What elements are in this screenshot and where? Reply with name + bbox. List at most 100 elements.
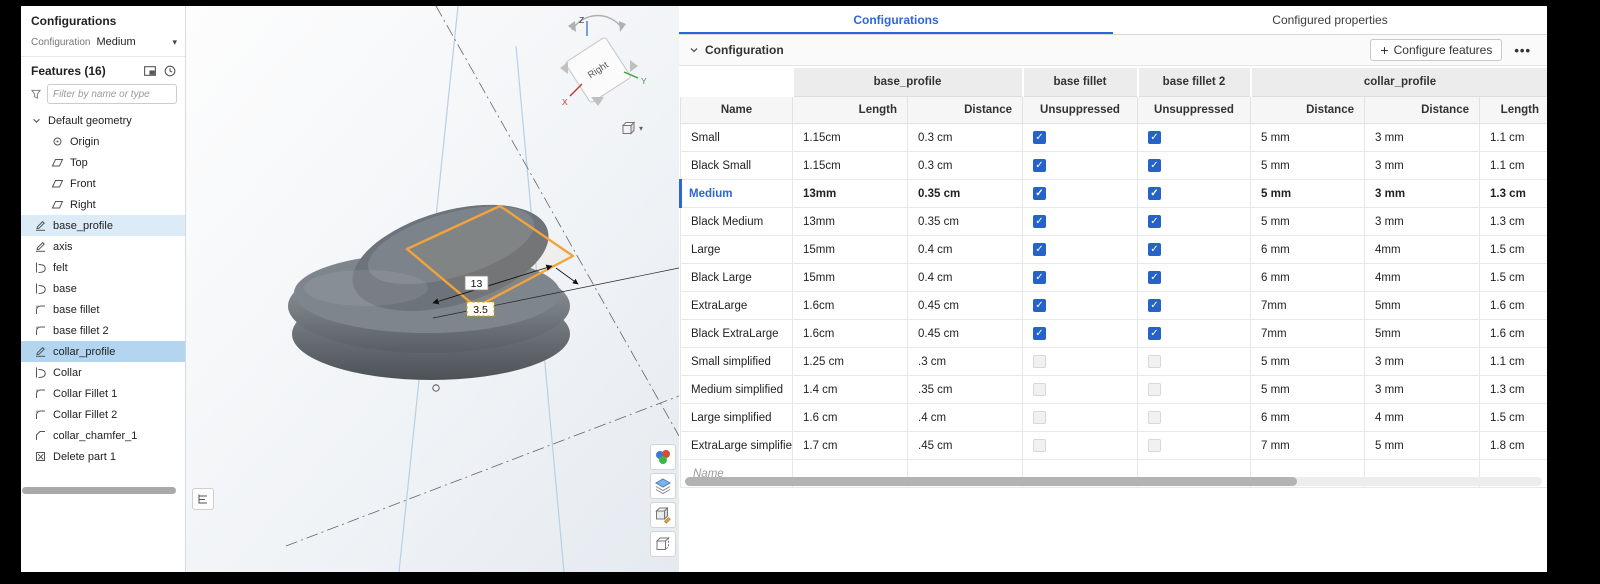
unsuppressed-checkbox[interactable]	[1033, 411, 1046, 424]
config-value-cell[interactable]: 1.15cm	[793, 124, 908, 152]
config-value-cell[interactable]: 4 mm	[1365, 404, 1480, 432]
dimension-height-value[interactable]: 3.5	[473, 304, 488, 316]
unsuppressed-checkbox[interactable]: ✓	[1148, 243, 1161, 256]
config-name-cell[interactable]: Medium simplified	[681, 376, 793, 404]
config-name-cell[interactable]: Black Small	[681, 152, 793, 180]
config-value-cell[interactable]: 5 mm	[1251, 208, 1365, 236]
viewport-3d[interactable]: 13 3.5 Right Z Y	[186, 6, 679, 572]
feature-item-collar-fillet-2[interactable]: Collar Fillet 2	[21, 404, 185, 425]
configuration-dropdown[interactable]: Configuration Medium ▾	[21, 32, 185, 57]
config-value-cell[interactable]: 1.7 cm	[793, 432, 908, 460]
config-value-cell[interactable]: 3 mm	[1365, 152, 1480, 180]
unsuppressed-checkbox[interactable]	[1148, 411, 1161, 424]
config-value-cell[interactable]: 1.4 cm	[793, 376, 908, 404]
config-value-cell[interactable]: 6 mm	[1251, 264, 1365, 292]
config-value-cell[interactable]: 0.35 cm	[908, 208, 1023, 236]
config-value-cell[interactable]: .3 cm	[908, 348, 1023, 376]
config-value-cell[interactable]: 5 mm	[1251, 180, 1365, 208]
features-filter-input[interactable]	[47, 84, 177, 104]
tree-item-right[interactable]: Right	[21, 194, 185, 215]
config-value-cell[interactable]: 1.8 cm	[1480, 432, 1548, 460]
config-value-cell[interactable]: 1.15cm	[793, 152, 908, 180]
left-panel-horizontal-scrollbar[interactable]	[22, 487, 176, 494]
config-value-cell[interactable]: 0.3 cm	[908, 152, 1023, 180]
edit-in-context-button[interactable]	[650, 502, 676, 528]
config-value-cell[interactable]: 3 mm	[1365, 376, 1480, 404]
config-name-cell[interactable]: ExtraLarge simplified	[681, 432, 793, 460]
config-value-cell[interactable]: 7mm	[1251, 292, 1365, 320]
tree-item-front[interactable]: Front	[21, 173, 185, 194]
feature-item-felt[interactable]: felt	[21, 257, 185, 278]
dimension-height-label[interactable]: 3.5	[467, 302, 494, 316]
config-value-cell[interactable]: 5 mm	[1251, 376, 1365, 404]
dimension-width-label[interactable]: 13	[465, 276, 488, 290]
config-value-cell[interactable]: 0.45 cm	[908, 292, 1023, 320]
config-value-cell[interactable]: 4mm	[1365, 236, 1480, 264]
feature-list-toggle-button[interactable]	[192, 488, 214, 510]
unsuppressed-checkbox[interactable]: ✓	[1148, 327, 1161, 340]
config-value-cell[interactable]: 1.6 cm	[1480, 292, 1548, 320]
default-geometry-row[interactable]: Default geometry	[21, 110, 185, 131]
config-value-cell[interactable]: .4 cm	[908, 404, 1023, 432]
view-options-button[interactable]: ▾	[618, 118, 645, 138]
config-value-cell[interactable]: 1.5 cm	[1480, 236, 1548, 264]
feature-item-base-fillet-2[interactable]: base fillet 2	[21, 320, 185, 341]
config-name-cell[interactable]: Black ExtraLarge	[681, 320, 793, 348]
unsuppressed-checkbox[interactable]: ✓	[1033, 327, 1046, 340]
config-value-cell[interactable]: 1.1 cm	[1480, 124, 1548, 152]
config-value-cell[interactable]: 0.4 cm	[908, 236, 1023, 264]
unsuppressed-checkbox[interactable]: ✓	[1148, 271, 1161, 284]
config-name-cell[interactable]: Black Medium	[681, 208, 793, 236]
config-value-cell[interactable]: 5mm	[1365, 320, 1480, 348]
config-value-cell[interactable]: 13mm	[793, 208, 908, 236]
feature-item-base-fillet[interactable]: base fillet	[21, 299, 185, 320]
config-value-cell[interactable]: .45 cm	[908, 432, 1023, 460]
scrollbar-thumb[interactable]	[685, 477, 1297, 486]
config-value-cell[interactable]: 5mm	[1365, 292, 1480, 320]
unsuppressed-checkbox[interactable]: ✓	[1033, 131, 1046, 144]
config-value-cell[interactable]: 1.5 cm	[1480, 264, 1548, 292]
config-value-cell[interactable]: 5 mm	[1365, 432, 1480, 460]
config-value-cell[interactable]: 3 mm	[1365, 208, 1480, 236]
config-value-cell[interactable]: 1.6cm	[793, 320, 908, 348]
unsuppressed-checkbox[interactable]: ✓	[1148, 215, 1161, 228]
config-value-cell[interactable]: 6 mm	[1251, 236, 1365, 264]
display-mode-button[interactable]	[650, 473, 676, 499]
config-value-cell[interactable]: 0.45 cm	[908, 320, 1023, 348]
tab-configurations[interactable]: Configurations	[679, 6, 1113, 34]
feature-item-base[interactable]: base	[21, 278, 185, 299]
unsuppressed-checkbox[interactable]	[1033, 439, 1046, 452]
config-value-cell[interactable]: 1.3 cm	[1480, 376, 1548, 404]
config-value-cell[interactable]: 0.3 cm	[908, 124, 1023, 152]
config-value-cell[interactable]: 5 mm	[1251, 152, 1365, 180]
config-value-cell[interactable]: 1.3 cm	[1480, 208, 1548, 236]
config-name-cell[interactable]: Black Large	[681, 264, 793, 292]
unsuppressed-checkbox[interactable]: ✓	[1148, 299, 1161, 312]
unsuppressed-checkbox[interactable]	[1148, 355, 1161, 368]
configure-features-button[interactable]: + Configure features	[1370, 39, 1502, 61]
config-name-cell[interactable]: Large simplified	[681, 404, 793, 432]
feature-item-collar-fillet-1[interactable]: Collar Fillet 1	[21, 383, 185, 404]
unsuppressed-checkbox[interactable]: ✓	[1148, 131, 1161, 144]
unsuppressed-checkbox[interactable]: ✓	[1033, 271, 1046, 284]
tab-configured-properties[interactable]: Configured properties	[1113, 6, 1547, 34]
config-value-cell[interactable]: 1.6 cm	[1480, 320, 1548, 348]
config-value-cell[interactable]: 0.4 cm	[908, 264, 1023, 292]
config-value-cell[interactable]: 15mm	[793, 264, 908, 292]
feature-item-collar_chamfer_1[interactable]: collar_chamfer_1	[21, 425, 185, 446]
feature-item-collar[interactable]: Collar	[21, 362, 185, 383]
config-name-cell[interactable]: Small	[681, 124, 793, 152]
tree-item-origin[interactable]: Origin	[21, 131, 185, 152]
config-value-cell[interactable]: 1.1 cm	[1480, 152, 1548, 180]
history-icon[interactable]	[163, 64, 177, 78]
filter-funnel-icon[interactable]	[30, 88, 42, 100]
config-value-cell[interactable]: 3 mm	[1365, 180, 1480, 208]
config-value-cell[interactable]: 1.6 cm	[793, 404, 908, 432]
unsuppressed-checkbox[interactable]: ✓	[1033, 215, 1046, 228]
section-view-button[interactable]	[650, 531, 676, 557]
config-value-cell[interactable]: 7mm	[1251, 320, 1365, 348]
unsuppressed-checkbox[interactable]: ✓	[1148, 159, 1161, 172]
config-value-cell[interactable]: 1.25 cm	[793, 348, 908, 376]
more-options-button[interactable]: •••	[1508, 41, 1537, 60]
config-value-cell[interactable]: 13mm	[793, 180, 908, 208]
